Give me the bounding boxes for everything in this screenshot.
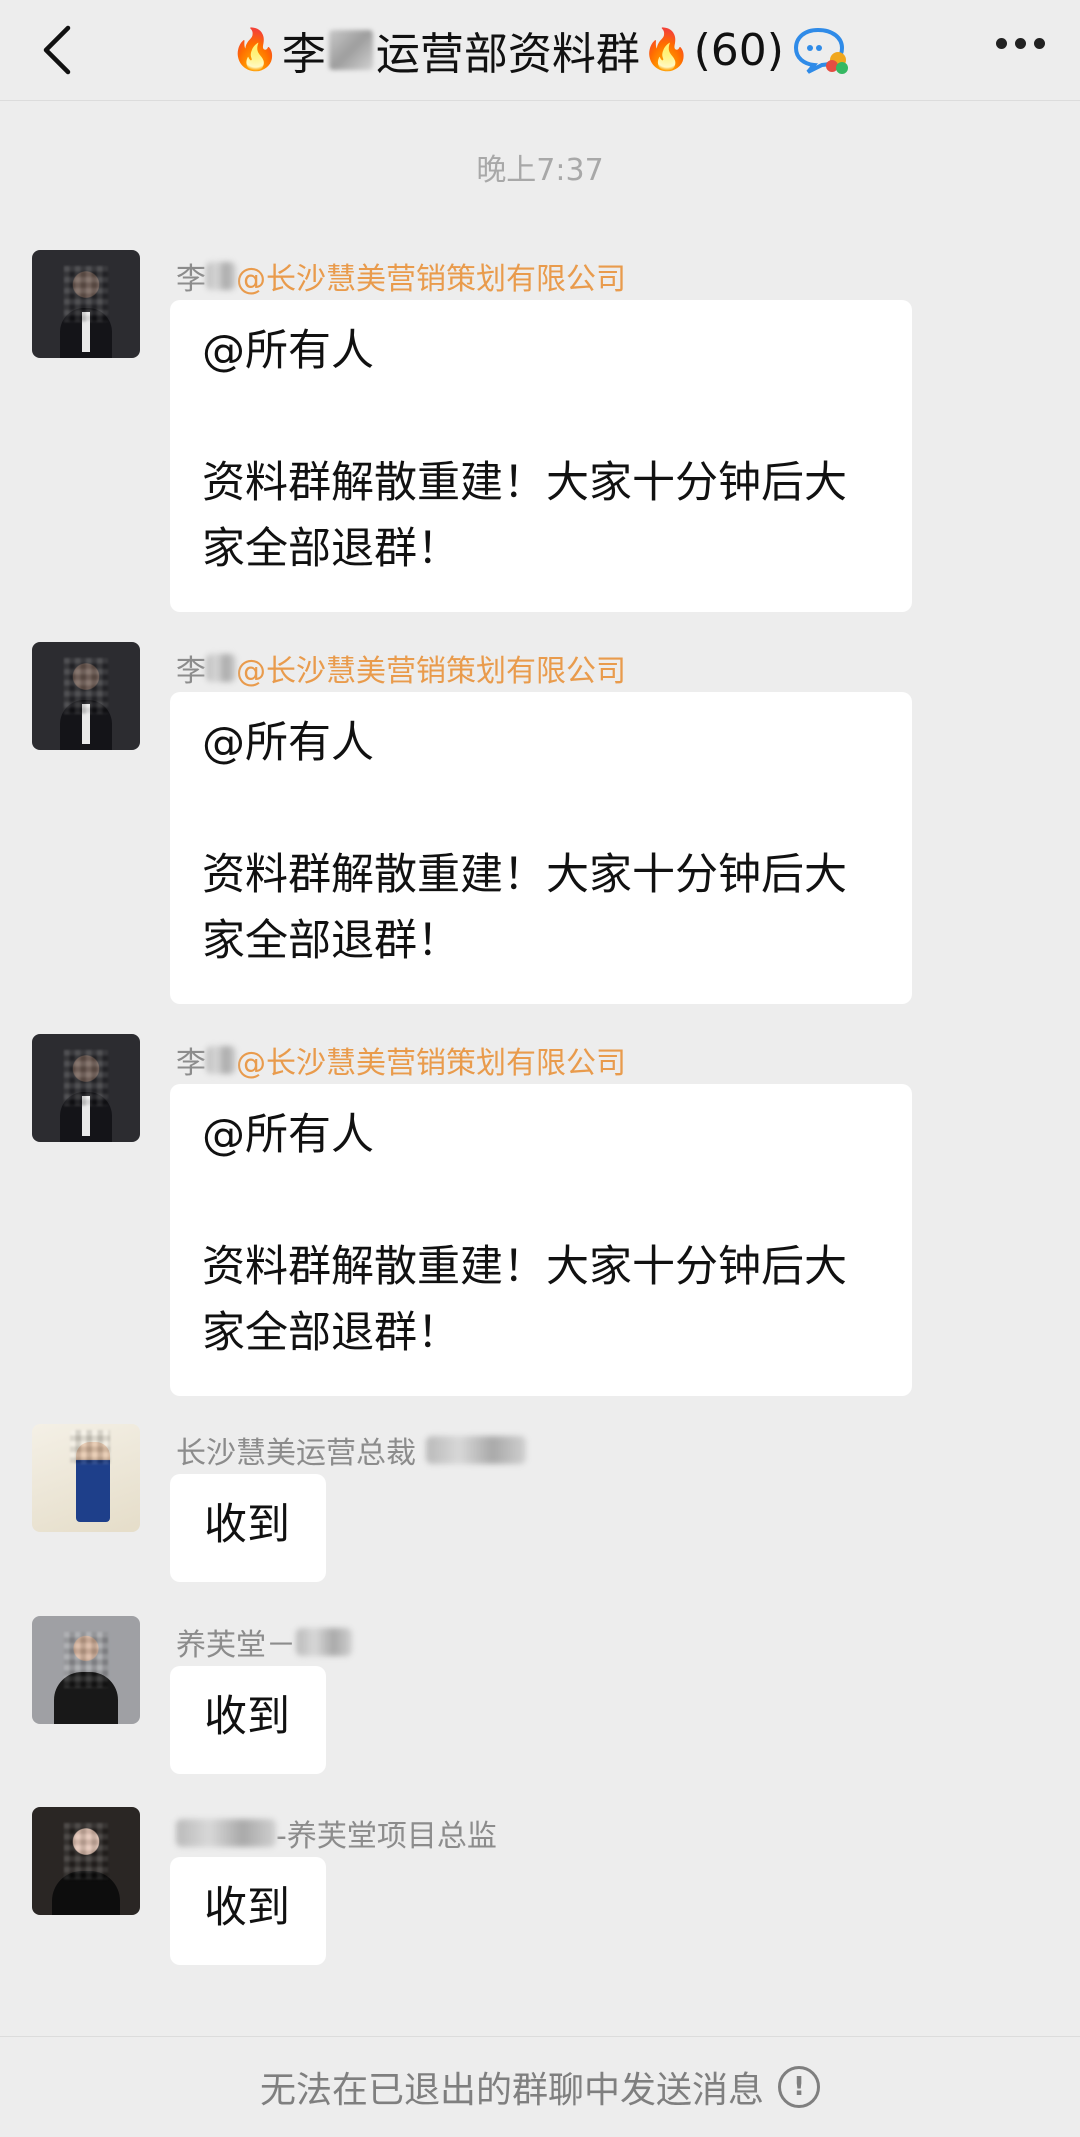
avatar[interactable] — [32, 1807, 140, 1915]
message-bubble[interactable]: 收到 — [170, 1857, 326, 1965]
title-prefix: 李 — [281, 29, 326, 80]
more-dots-icon[interactable] — [996, 38, 1046, 52]
sender-label: 李 @长沙慧美营销策划有限公司 — [176, 1038, 626, 1082]
message-timestamp: 晚上7:37 — [476, 153, 604, 188]
member-count: (60) — [693, 24, 784, 76]
redacted-name — [206, 1046, 236, 1074]
avatar[interactable] — [32, 1424, 140, 1532]
avatar[interactable] — [32, 250, 140, 358]
info-circle-icon[interactable]: ! — [778, 2066, 820, 2108]
avatar[interactable] — [32, 1034, 140, 1142]
redacted-name — [328, 30, 373, 70]
title-suffix: 运营部资料群 — [375, 29, 640, 80]
sender-org: @长沙慧美营销策划有限公司 — [236, 654, 626, 689]
redacted-name — [206, 262, 236, 290]
fire-emoji-icon: 🔥 — [641, 27, 692, 73]
chat-header: 🔥 李 运营部资料群 🔥 (60) — [0, 0, 1080, 101]
notice-text: 无法在已退出的群聊中发送消息 — [259, 2070, 764, 2111]
sender-name: -养芙堂项目总监 — [276, 1819, 497, 1854]
message-bubble[interactable]: @所有人 资料群解散重建！大家十分钟后大家全部退群！ — [170, 692, 912, 1004]
sender-label: 李 @长沙慧美营销策划有限公司 — [176, 254, 626, 298]
sender-label: 养芙堂－ — [176, 1620, 352, 1664]
sender-name: 长沙慧美运营总裁 — [176, 1436, 416, 1471]
sender-name: 李 — [176, 1046, 206, 1081]
message-bubble[interactable]: 收到 — [170, 1474, 326, 1582]
sender-label: 长沙慧美运营总裁 — [176, 1428, 526, 1472]
sender-label: -养芙堂项目总监 — [176, 1811, 497, 1855]
sender-org: @长沙慧美营销策划有限公司 — [236, 1046, 626, 1081]
sender-org: @长沙慧美营销策划有限公司 — [236, 262, 626, 297]
message-bubble[interactable]: @所有人 资料群解散重建！大家十分钟后大家全部退群！ — [170, 300, 912, 612]
redacted-name — [426, 1436, 526, 1464]
message-bubble[interactable]: @所有人 资料群解散重建！大家十分钟后大家全部退群！ — [170, 1084, 912, 1396]
sender-name: 李 — [176, 654, 206, 689]
redacted-name — [206, 654, 236, 682]
redacted-name — [176, 1819, 276, 1847]
chat-title[interactable]: 🔥 李 运营部资料群 🔥 (60) — [0, 18, 1080, 82]
group-chat-icon — [793, 27, 848, 74]
avatar[interactable] — [32, 642, 140, 750]
message-bubble[interactable]: 收到 — [170, 1666, 326, 1774]
sender-name: 养芙堂－ — [176, 1628, 296, 1663]
avatar[interactable] — [32, 1616, 140, 1724]
fire-emoji-icon: 🔥 — [230, 27, 280, 73]
redacted-name — [296, 1628, 352, 1656]
sender-name: 李 — [176, 262, 206, 297]
sender-label: 李 @长沙慧美营销策划有限公司 — [176, 646, 626, 690]
input-disabled-notice: 无法在已退出的群聊中发送消息 ! — [0, 2036, 1080, 2137]
